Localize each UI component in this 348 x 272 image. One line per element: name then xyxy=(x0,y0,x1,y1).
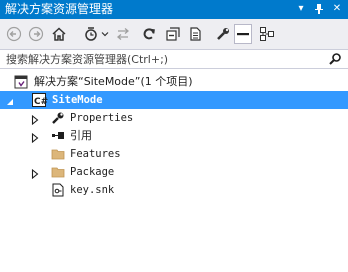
solution-node[interactable]: 解决方案“SiteMode”(1 个项目) xyxy=(0,73,348,91)
collapsed-arrow-icon[interactable] xyxy=(30,131,40,144)
tree-item-label: 引用 xyxy=(70,129,92,142)
tree-item-label: Package xyxy=(70,166,115,178)
collapse-all-icon[interactable] xyxy=(164,25,182,43)
pending-changes-filter-icon[interactable] xyxy=(82,25,100,43)
solution-label: 解决方案“SiteMode”(1 个项目) xyxy=(34,75,193,88)
back-icon[interactable] xyxy=(5,25,23,43)
expanded-arrow-icon[interactable] xyxy=(5,95,15,105)
svg-text:C#: C# xyxy=(34,97,48,107)
chevron-down-icon[interactable] xyxy=(100,25,110,43)
folder-icon xyxy=(51,147,65,161)
refresh-icon[interactable] xyxy=(140,25,158,43)
tree-item-key-snk[interactable]: key.snk xyxy=(0,181,348,199)
collapsed-arrow-icon[interactable] xyxy=(30,167,40,180)
tree-item-label: Features xyxy=(70,148,121,160)
tree-item-references[interactable]: 引用 xyxy=(0,127,348,145)
window-title: 解决方案资源管理器 xyxy=(5,2,114,16)
show-all-files-icon[interactable] xyxy=(186,25,204,43)
tree-item-label: Properties xyxy=(70,112,134,124)
solution-tree: 解决方案“SiteMode”(1 个项目) C# SiteMode Proper… xyxy=(0,69,348,272)
class-view-icon[interactable] xyxy=(258,25,276,43)
wrench-icon xyxy=(51,111,65,125)
tree-item-features[interactable]: Features xyxy=(0,145,348,163)
solution-icon xyxy=(14,75,28,89)
auto-hide-pin-icon[interactable] xyxy=(312,2,326,16)
collapsed-arrow-icon[interactable] xyxy=(30,113,40,126)
home-icon[interactable] xyxy=(50,25,68,43)
toolbar xyxy=(0,19,348,49)
sync-with-active-document-icon[interactable] xyxy=(114,25,132,43)
forward-icon[interactable] xyxy=(27,25,45,43)
properties-icon[interactable] xyxy=(214,25,232,43)
project-node[interactable]: C# SiteMode xyxy=(0,91,348,109)
key-file-icon xyxy=(51,183,65,197)
close-icon[interactable]: ✕ xyxy=(330,2,344,16)
search-box[interactable]: 搜索解决方案资源管理器(Ctrl+;) xyxy=(0,49,348,69)
search-icon[interactable] xyxy=(328,52,342,66)
package-folder-icon xyxy=(51,165,65,179)
tree-item-package[interactable]: Package xyxy=(0,163,348,181)
window-position-dropdown-icon[interactable]: ▾ xyxy=(294,2,308,16)
tree-item-properties[interactable]: Properties xyxy=(0,109,348,127)
csharp-project-icon: C# xyxy=(32,93,48,107)
preview-selected-items-icon[interactable] xyxy=(234,24,252,44)
project-label: SiteMode xyxy=(52,94,103,106)
tree-item-label: key.snk xyxy=(70,184,115,196)
title-bar: 解决方案资源管理器 ▾ ✕ xyxy=(0,0,348,19)
search-input[interactable]: 搜索解决方案资源管理器(Ctrl+;) xyxy=(6,52,168,67)
references-icon xyxy=(51,129,65,143)
